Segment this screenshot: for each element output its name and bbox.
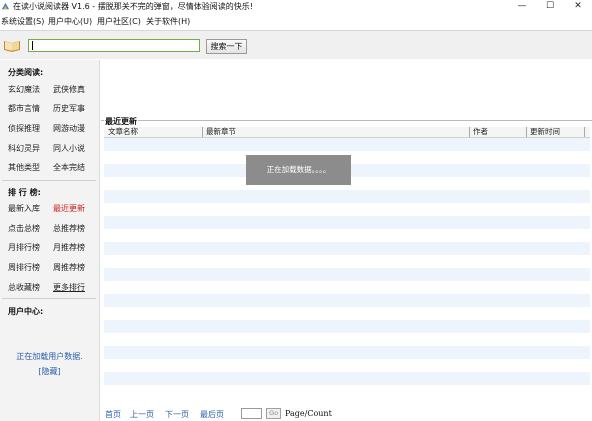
book-icon xyxy=(4,41,20,52)
menu-user-center[interactable]: 用户中心(U) xyxy=(48,16,92,27)
category-history[interactable]: 历史军事 xyxy=(53,103,85,114)
category-game-anime[interactable]: 网游动漫 xyxy=(53,123,85,134)
pager-first[interactable]: 首页 xyxy=(105,409,121,420)
column-header-title[interactable]: 文章名称 xyxy=(108,127,138,137)
table-row[interactable] xyxy=(104,203,590,216)
text-cursor xyxy=(32,41,33,50)
column-divider[interactable] xyxy=(584,127,585,137)
loading-indicator: 正在加载数据。。。。 xyxy=(246,155,351,185)
menu-user-community[interactable]: 用户社区(C) xyxy=(97,16,141,27)
title-bar: 在读小说阅读器 V1.6 - 摆脱那关不完的弹窗，尽情体验阅读的快乐! — ☐ … xyxy=(0,0,592,13)
category-fantasy[interactable]: 玄幻魔法 xyxy=(8,84,40,95)
menu-about[interactable]: 关于软件(H) xyxy=(146,16,190,27)
ranking-more[interactable]: 更多排行 xyxy=(53,282,85,293)
column-header-update-time[interactable]: 更新时间 xyxy=(530,127,560,137)
table-row[interactable] xyxy=(104,255,590,268)
table-row[interactable] xyxy=(104,372,590,385)
ranking-click-total[interactable]: 点击总榜 xyxy=(8,223,40,234)
app-logo-icon xyxy=(1,2,10,10)
table-row[interactable] xyxy=(104,216,590,229)
ranking-recommend-weekly[interactable]: 周推荐榜 xyxy=(53,262,85,273)
recent-updates-title: 最近更新 xyxy=(104,116,138,127)
category-other[interactable]: 其他类型 xyxy=(8,162,40,173)
pager-prev[interactable]: 上一页 xyxy=(130,409,154,420)
ranking-recent-update[interactable]: 最近更新 xyxy=(53,203,85,214)
table-row[interactable] xyxy=(104,190,590,203)
table-row[interactable] xyxy=(104,138,590,151)
table-row[interactable] xyxy=(104,268,590,281)
column-divider[interactable] xyxy=(202,127,203,137)
close-button[interactable]: ✕ xyxy=(564,0,592,13)
ranking-monthly[interactable]: 月排行榜 xyxy=(8,242,40,253)
category-scifi[interactable]: 科幻灵异 xyxy=(8,143,40,154)
user-center-title: 用户中心: xyxy=(8,307,44,316)
categories-title: 分类阅读: xyxy=(8,68,44,77)
maximize-button[interactable]: ☐ xyxy=(536,0,564,13)
table-row[interactable] xyxy=(104,307,590,320)
ranking-favorites[interactable]: 总收藏榜 xyxy=(8,282,40,293)
ranking-recommend-monthly[interactable]: 月推荐榜 xyxy=(53,242,85,253)
user-hide-link[interactable]: [隐藏] xyxy=(0,366,99,377)
minimize-button[interactable]: — xyxy=(508,0,536,13)
table-row[interactable] xyxy=(104,320,590,333)
window-title: 在读小说阅读器 V1.6 - 摆脱那关不完的弹窗，尽情体验阅读的快乐! xyxy=(13,2,253,11)
table-row[interactable] xyxy=(104,359,590,372)
ranking-weekly[interactable]: 周排行榜 xyxy=(8,262,40,273)
category-urban[interactable]: 都市言情 xyxy=(8,103,40,114)
table-row[interactable] xyxy=(104,385,590,398)
menu-bar: 系统设置(S) 用户中心(U) 用户社区(C) 关于软件(H) xyxy=(0,14,592,28)
search-input[interactable] xyxy=(28,39,200,52)
table-row[interactable] xyxy=(104,294,590,307)
category-fanfic[interactable]: 同人小说 xyxy=(53,143,85,154)
table-row[interactable] xyxy=(104,346,590,359)
pager-last[interactable]: 最后页 xyxy=(200,409,224,420)
search-button[interactable]: 搜索一下 xyxy=(206,39,247,54)
table-row[interactable] xyxy=(104,242,590,255)
banner-area xyxy=(102,62,590,114)
category-completed[interactable]: 全本完结 xyxy=(53,162,85,173)
ranking-recommend-total[interactable]: 总推荐榜 xyxy=(53,223,85,234)
rankings-title: 排 行 榜: xyxy=(8,188,41,197)
page-number-input[interactable] xyxy=(241,408,262,419)
table-header xyxy=(104,127,590,138)
pager-next[interactable]: 下一页 xyxy=(165,409,189,420)
column-header-latest-chapter[interactable]: 最新章节 xyxy=(206,127,236,137)
ranking-newest[interactable]: 最新入库 xyxy=(8,203,40,214)
sidebar-divider xyxy=(2,298,96,299)
table-row[interactable] xyxy=(104,281,590,294)
column-header-author[interactable]: 作者 xyxy=(473,127,488,137)
column-divider[interactable] xyxy=(469,127,470,137)
go-button[interactable]: Go xyxy=(266,408,281,419)
category-detective[interactable]: 侦探推理 xyxy=(8,123,40,134)
category-wuxia[interactable]: 武侠修真 xyxy=(53,84,85,95)
sidebar-divider xyxy=(2,180,96,181)
table-row[interactable] xyxy=(104,333,590,346)
column-divider[interactable] xyxy=(526,127,527,137)
table-row[interactable] xyxy=(104,229,590,242)
user-loading-text: 正在加载用户数据. xyxy=(16,352,83,361)
page-count-label: Page/Count xyxy=(285,409,332,418)
menu-system-settings[interactable]: 系统设置(S) xyxy=(1,16,44,27)
